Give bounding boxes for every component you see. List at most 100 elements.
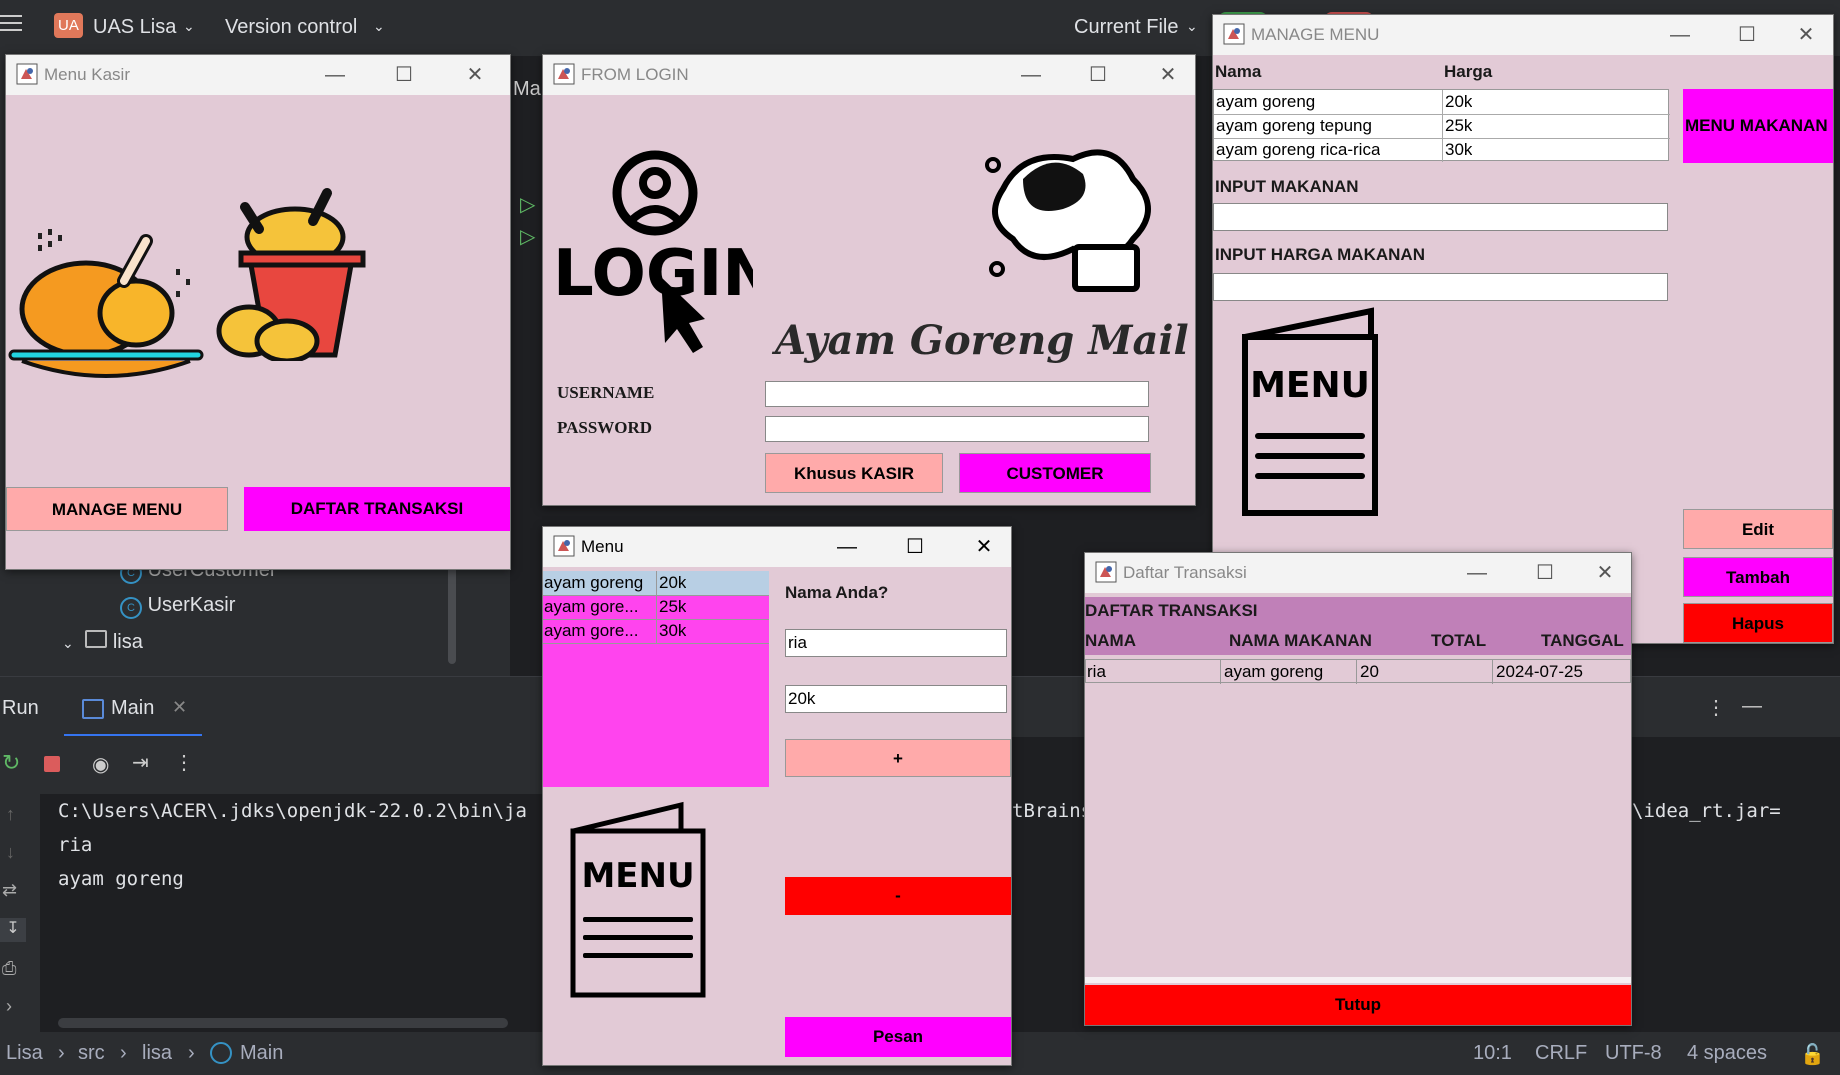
more-options-icon[interactable]: ⋮ bbox=[174, 750, 194, 775]
minimize-icon[interactable]: — bbox=[315, 61, 355, 89]
run-gutter-icon[interactable]: ▷ bbox=[520, 192, 535, 217]
table-cell-nama: ayam gore... bbox=[544, 597, 639, 616]
menu-book-image: MENU bbox=[1241, 307, 1381, 522]
status-indent[interactable]: 4 spaces bbox=[1687, 1042, 1767, 1065]
chevron-right-icon[interactable]: › bbox=[6, 996, 12, 1017]
minimize-panel-icon[interactable]: — bbox=[1742, 695, 1762, 718]
breadcrumb-item[interactable]: lisa bbox=[142, 1042, 172, 1065]
camera-icon[interactable]: ◉ bbox=[92, 752, 109, 777]
chevron-down-icon[interactable]: ⌄ bbox=[62, 635, 74, 651]
manage-menu-button[interactable]: MANAGE MENU bbox=[6, 487, 228, 531]
exit-icon[interactable]: ⇥ bbox=[132, 750, 149, 775]
tambah-button[interactable]: Tambah bbox=[1683, 557, 1833, 597]
table-row[interactable]: ria ayam goreng 20 2024-07-25 bbox=[1085, 659, 1631, 684]
customer-button[interactable]: CUSTOMER bbox=[959, 453, 1151, 493]
table-footer-divider bbox=[1085, 977, 1631, 983]
status-line-ending[interactable]: CRLF bbox=[1535, 1042, 1587, 1065]
stop-icon[interactable] bbox=[44, 756, 60, 772]
roast-chicken-image bbox=[6, 221, 206, 386]
title-bar[interactable]: FROM LOGIN — ☐ ✕ bbox=[543, 55, 1195, 95]
daftar-transaksi-window: Daftar Transaksi — ☐ ✕ DAFTAR TRANSAKSI … bbox=[1084, 552, 1632, 1026]
chevron-right-icon: › bbox=[188, 1042, 195, 1064]
breadcrumb-item[interactable]: src bbox=[78, 1042, 105, 1065]
java-icon bbox=[16, 63, 38, 85]
window-title: FROM LOGIN bbox=[581, 65, 689, 84]
tree-item-lisa[interactable]: ⌄ lisa bbox=[62, 630, 143, 654]
close-icon[interactable]: ✕ bbox=[1585, 559, 1625, 587]
minimize-icon[interactable]: — bbox=[1660, 21, 1700, 49]
print-icon[interactable]: ⎙ bbox=[2, 958, 16, 979]
console-hscrollbar[interactable] bbox=[58, 1018, 508, 1028]
minimize-icon[interactable]: — bbox=[827, 533, 867, 561]
maximize-icon[interactable]: ☐ bbox=[895, 533, 935, 561]
table-cell-harga: 20k bbox=[659, 573, 687, 592]
menu-sign-text: MENU bbox=[581, 856, 694, 896]
folder-icon bbox=[85, 630, 108, 648]
run-gutter-icon[interactable]: ▷ bbox=[520, 224, 535, 249]
lock-icon[interactable]: 🔓 bbox=[1800, 1042, 1825, 1067]
column-header-tanggal: TANGGAL bbox=[1541, 631, 1624, 650]
minus-button[interactable]: - bbox=[785, 877, 1011, 915]
more-options-icon[interactable]: ⋮ bbox=[1706, 695, 1726, 720]
main-tab[interactable]: Main bbox=[111, 697, 154, 720]
column-divider bbox=[1356, 660, 1357, 684]
daftar-transaksi-button[interactable]: DAFTAR TRANSAKSI bbox=[244, 487, 510, 531]
minimize-icon[interactable]: — bbox=[1457, 559, 1497, 587]
status-encoding[interactable]: UTF-8 bbox=[1605, 1042, 1662, 1065]
title-bar[interactable]: Daftar Transaksi — ☐ ✕ bbox=[1085, 553, 1631, 593]
close-icon[interactable]: ✕ bbox=[455, 61, 495, 89]
title-bar[interactable]: Menu — ☐ ✕ bbox=[543, 527, 1011, 567]
menu-book-image: MENU bbox=[569, 801, 709, 1006]
current-file-menu[interactable]: Current File bbox=[1074, 16, 1178, 39]
input-makanan-field[interactable] bbox=[1213, 203, 1668, 231]
arrow-down-icon[interactable]: ↓ bbox=[6, 842, 15, 863]
khusus-kasir-button[interactable]: Khusus KASIR bbox=[765, 453, 943, 493]
chevron-right-icon: › bbox=[120, 1042, 127, 1064]
java-icon bbox=[553, 63, 575, 85]
java-icon bbox=[1223, 23, 1245, 45]
column-header-nama: Nama bbox=[1215, 62, 1262, 81]
run-actions-bar: ↻ ◉ ⇥ ⋮ bbox=[0, 736, 600, 794]
hamburger-menu-icon[interactable] bbox=[0, 12, 22, 40]
title-bar[interactable]: MANAGE MENU — ☐ ✕ bbox=[1213, 15, 1833, 55]
breadcrumb-item[interactable]: Main bbox=[240, 1042, 283, 1065]
scroll-to-end-icon[interactable]: ↧ bbox=[0, 918, 26, 942]
maximize-icon[interactable]: ☐ bbox=[1727, 21, 1767, 49]
close-icon[interactable]: ✕ bbox=[172, 697, 187, 718]
main-class-icon bbox=[210, 1042, 232, 1064]
soft-wrap-icon[interactable]: ⇄ bbox=[2, 880, 17, 901]
tutup-button[interactable]: Tutup bbox=[1085, 985, 1631, 1025]
title-bar[interactable]: Menu Kasir — ☐ ✕ bbox=[6, 55, 510, 95]
hapus-button[interactable]: Hapus bbox=[1683, 603, 1833, 643]
maximize-icon[interactable]: ☐ bbox=[1525, 559, 1565, 587]
input-harga-label: INPUT HARGA MAKANAN bbox=[1215, 245, 1425, 264]
rerun-icon[interactable]: ↻ bbox=[2, 750, 20, 776]
username-field[interactable] bbox=[765, 381, 1149, 407]
minimize-icon[interactable]: — bbox=[1011, 61, 1051, 89]
table-cell-harga: 25k bbox=[1445, 116, 1473, 135]
project-name[interactable]: UAS Lisa bbox=[93, 16, 176, 39]
close-icon[interactable]: ✕ bbox=[964, 533, 1004, 561]
maximize-icon[interactable]: ☐ bbox=[384, 61, 424, 89]
version-control-menu[interactable]: Version control bbox=[225, 16, 357, 39]
menu-makanan-button[interactable]: MENU MAKANAN bbox=[1683, 89, 1833, 163]
status-position[interactable]: 10:1 bbox=[1473, 1042, 1512, 1065]
arrow-up-icon[interactable]: ↑ bbox=[6, 804, 15, 825]
input-harga-field[interactable] bbox=[1213, 273, 1668, 301]
maximize-icon[interactable]: ☐ bbox=[1078, 61, 1118, 89]
edit-button[interactable]: Edit bbox=[1683, 509, 1833, 549]
column-divider bbox=[1442, 90, 1443, 162]
close-icon[interactable]: ✕ bbox=[1786, 21, 1826, 49]
password-label: PASSWORD bbox=[557, 418, 653, 437]
breadcrumb-item[interactable]: Lisa bbox=[6, 1042, 43, 1065]
input-makanan-label: INPUT MAKANAN bbox=[1215, 177, 1359, 196]
run-tab-label[interactable]: Run bbox=[2, 697, 39, 720]
password-field[interactable] bbox=[765, 416, 1149, 442]
window-title: MANAGE MENU bbox=[1251, 25, 1380, 44]
tree-item-userkasir[interactable]: C UserKasir bbox=[120, 594, 235, 619]
nama-field[interactable] bbox=[785, 629, 1007, 657]
pesan-button[interactable]: Pesan bbox=[785, 1017, 1011, 1057]
close-icon[interactable]: ✕ bbox=[1148, 61, 1188, 89]
plus-button[interactable]: + bbox=[785, 739, 1011, 777]
harga-field[interactable] bbox=[785, 685, 1007, 713]
